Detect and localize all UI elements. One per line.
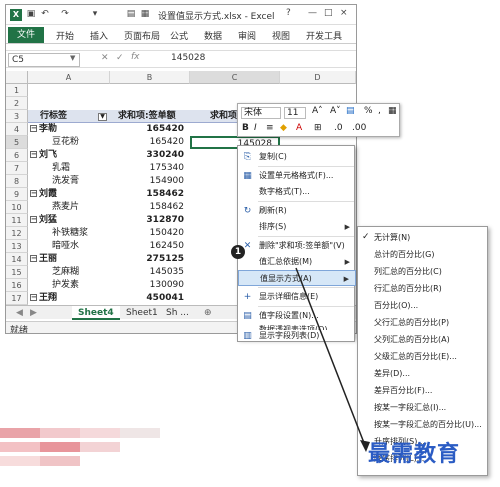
decorative-color-strip — [0, 428, 160, 468]
watermark-logo: 最需教育 — [368, 441, 461, 467]
annotation-arrow — [295, 267, 370, 452]
